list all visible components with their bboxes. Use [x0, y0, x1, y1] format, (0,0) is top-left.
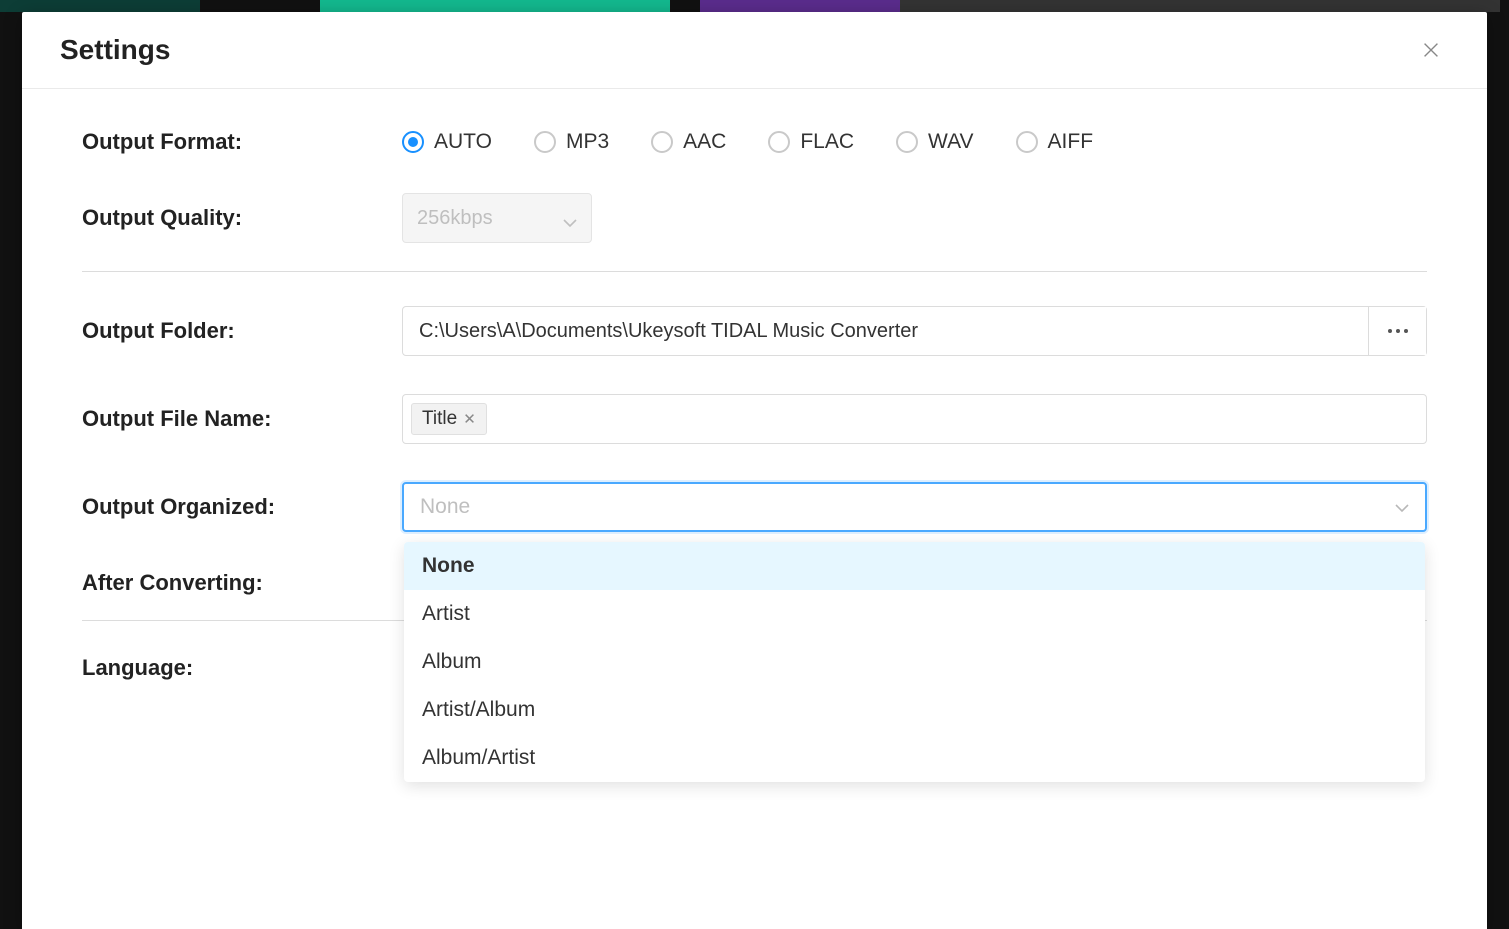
radio-label: WAV — [928, 130, 974, 154]
dropdown-option-artist[interactable]: Artist — [404, 590, 1425, 638]
radio-mp3[interactable]: MP3 — [534, 130, 609, 154]
output-format-radio-group: AUTO MP3 AAC FLAC WAV AIFF — [402, 130, 1093, 154]
radio-aiff[interactable]: AIFF — [1016, 130, 1094, 154]
output-organized-select[interactable]: None NoneArtistAlbumArtist/AlbumAlbum/Ar… — [402, 482, 1427, 532]
dropdown-option-artist-album[interactable]: Artist/Album — [404, 686, 1425, 734]
settings-dialog: Settings Output Format: AUTO MP3 AAC FLAC WA… — [22, 12, 1487, 929]
label-output-quality: Output Quality: — [82, 205, 402, 231]
filename-tag: Title ✕ — [411, 403, 487, 435]
dropdown-option-album[interactable]: Album — [404, 638, 1425, 686]
dialog-body: Output Format: AUTO MP3 AAC FLAC WAV AIFF Out… — [22, 89, 1487, 929]
filename-tag-label: Title — [422, 408, 457, 430]
radio-circle-icon — [896, 131, 918, 153]
dialog-header: Settings — [22, 12, 1487, 89]
output-folder-field — [402, 306, 1427, 356]
dropdown-option-none[interactable]: None — [404, 542, 1425, 590]
radio-circle-icon — [651, 131, 673, 153]
row-output-folder: Output Folder: — [82, 306, 1427, 356]
radio-circle-icon — [534, 131, 556, 153]
radio-label: FLAC — [800, 130, 854, 154]
close-icon — [1420, 39, 1442, 61]
dropdown-option-album-artist[interactable]: Album/Artist — [404, 734, 1425, 782]
output-file-name-field[interactable]: Title ✕ — [402, 394, 1427, 444]
output-organized-dropdown: NoneArtistAlbumArtist/AlbumAlbum/Artist — [404, 542, 1425, 782]
ellipsis-icon — [1387, 328, 1409, 334]
browse-folder-button[interactable] — [1368, 307, 1426, 355]
label-output-organized: Output Organized: — [82, 494, 402, 520]
radio-circle-icon — [768, 131, 790, 153]
remove-tag-button[interactable]: ✕ — [463, 410, 476, 428]
chevron-down-icon — [1395, 500, 1409, 514]
radio-label: AUTO — [434, 130, 492, 154]
radio-flac[interactable]: FLAC — [768, 130, 854, 154]
row-output-format: Output Format: AUTO MP3 AAC FLAC WAV AIFF — [82, 129, 1427, 155]
radio-aac[interactable]: AAC — [651, 130, 726, 154]
output-quality-value: 256kbps — [417, 207, 493, 230]
section-divider — [82, 271, 1427, 272]
label-output-file-name: Output File Name: — [82, 406, 402, 432]
dialog-title: Settings — [60, 34, 170, 66]
label-language: Language: — [82, 655, 402, 681]
output-quality-select: 256kbps — [402, 193, 592, 243]
label-output-format: Output Format: — [82, 129, 402, 155]
label-after-converting: After Converting: — [82, 570, 402, 596]
radio-circle-icon — [1016, 131, 1038, 153]
close-button[interactable] — [1413, 32, 1449, 68]
output-organized-placeholder: None — [420, 495, 470, 519]
radio-auto[interactable]: AUTO — [402, 130, 492, 154]
row-output-file-name: Output File Name: Title ✕ — [82, 394, 1427, 444]
radio-label: AAC — [683, 130, 726, 154]
radio-label: MP3 — [566, 130, 609, 154]
radio-label: AIFF — [1048, 130, 1094, 154]
row-output-quality: Output Quality: 256kbps — [82, 193, 1427, 243]
output-folder-input[interactable] — [403, 307, 1368, 355]
radio-circle-icon — [402, 131, 424, 153]
radio-wav[interactable]: WAV — [896, 130, 974, 154]
label-output-folder: Output Folder: — [82, 318, 402, 344]
row-output-organized: Output Organized: None NoneArtistAlbumAr… — [82, 482, 1427, 532]
chevron-down-icon — [563, 211, 577, 225]
